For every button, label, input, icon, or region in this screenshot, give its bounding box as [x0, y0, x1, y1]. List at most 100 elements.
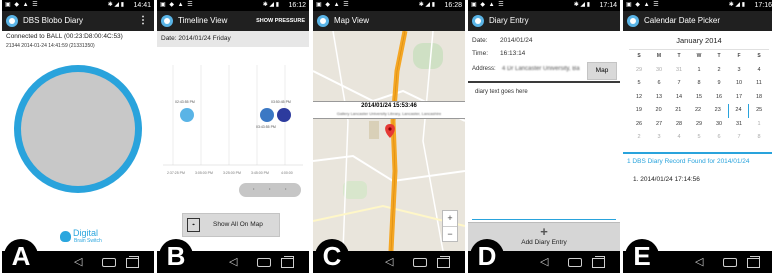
status-bar: ▣ ◆ ▲ ☰ ✱ ◢ ▮ 17:16: [623, 0, 772, 11]
timeline-chart[interactable]: 02:43:55 PM 03:50:45 PM 03:43:55 PM 2:37…: [163, 60, 303, 180]
minor-road: [313, 154, 465, 183]
app-logo-icon[interactable]: [161, 15, 173, 27]
time-row: Time: 16:13:14: [472, 50, 525, 57]
calendar-day[interactable]: 10: [729, 77, 749, 91]
calendar-day[interactable]: 28: [669, 118, 689, 132]
home-icon[interactable]: [257, 258, 271, 267]
calendar-day[interactable]: 20: [649, 104, 669, 118]
map-button[interactable]: Map: [587, 62, 617, 80]
calendar-day[interactable]: 8: [749, 131, 769, 145]
calendar-day[interactable]: 31: [729, 118, 749, 132]
calendar-day[interactable]: 17: [729, 91, 749, 105]
app-logo-icon[interactable]: [6, 15, 18, 27]
calendar-day[interactable]: 21: [668, 104, 688, 118]
home-icon[interactable]: [568, 258, 582, 267]
app-logo-icon[interactable]: [472, 15, 484, 27]
weekday-label: S: [757, 53, 761, 59]
x-tick: 4:00:00: [281, 171, 293, 175]
back-icon[interactable]: ◁: [229, 256, 237, 268]
diary-text-input[interactable]: diary text goes here: [472, 86, 616, 220]
calendar-day[interactable]: 6: [649, 77, 669, 91]
calendar-day[interactable]: 25: [749, 104, 769, 118]
calendar-day[interactable]: 9: [709, 77, 729, 91]
signal-icons: ✱ ◢ ▮: [262, 2, 279, 8]
panel-letter: A: [4, 239, 38, 273]
minor-road: [332, 31, 349, 251]
calendar-day[interactable]: 4: [749, 64, 769, 78]
recent-apps-icon[interactable]: [281, 256, 294, 268]
calendar-day[interactable]: 30: [649, 64, 669, 78]
back-icon[interactable]: ◁: [540, 256, 548, 268]
diary-record-item[interactable]: 1. 2014/01/24 17:14:56: [633, 176, 700, 183]
calendar-day[interactable]: 5: [689, 131, 709, 145]
show-pressure-button[interactable]: SHOW PRESSURE: [256, 11, 305, 31]
calendar-day[interactable]: 2: [709, 64, 729, 78]
calendar-day[interactable]: 3: [729, 64, 749, 78]
screen-title: Map View: [334, 16, 369, 25]
recent-apps-icon[interactable]: [592, 256, 605, 268]
notification-icons: ▣ ◆ ▲ ☰: [160, 2, 194, 8]
calendar-day[interactable]: 23: [708, 104, 728, 118]
zoom-in-button[interactable]: +: [443, 211, 457, 227]
calendar-day[interactable]: 7: [669, 77, 689, 91]
home-icon[interactable]: [723, 258, 737, 267]
calendar-day[interactable]: 29: [629, 64, 649, 78]
home-icon[interactable]: [102, 258, 116, 267]
calendar-day[interactable]: 3: [649, 131, 669, 145]
calendar-day[interactable]: 11: [749, 77, 769, 91]
weekday-label: T: [677, 53, 681, 59]
calendar-day[interactable]: 7: [729, 131, 749, 145]
screen-title: Diary Entry: [489, 16, 529, 25]
calendar-day[interactable]: 6: [709, 131, 729, 145]
banner-time: 2014/01/24 15:53:46: [361, 103, 417, 109]
overflow-menu-icon[interactable]: ⋮: [138, 11, 148, 31]
data-point: [180, 108, 194, 122]
home-icon[interactable]: [413, 258, 427, 267]
status-bar: ▣ ◆ ▲ ☰ ✱ ◢ ▮ 16:28: [313, 0, 465, 11]
recent-apps-icon[interactable]: [437, 256, 450, 268]
calendar-day[interactable]: 8: [689, 77, 709, 91]
screen-title: Timeline View: [178, 16, 228, 25]
app-logo-icon[interactable]: [627, 15, 639, 27]
map-info-banner[interactable]: 2014/01/24 15:53:46 Gallery Lancaster Un…: [313, 101, 465, 119]
recent-apps-icon[interactable]: [126, 256, 139, 268]
calendar-day[interactable]: 2: [629, 131, 649, 145]
calendar-day[interactable]: 26: [629, 118, 649, 132]
panel-c-map-view: ▣ ◆ ▲ ☰ ✱ ◢ ▮ 16:28 Map View 2014/01/24 …: [313, 0, 465, 273]
calendar-day[interactable]: 22: [688, 104, 708, 118]
calendar-day[interactable]: 4: [669, 131, 689, 145]
timeline-scroll-handle[interactable]: • • •: [239, 183, 301, 197]
calendar-day[interactable]: 29: [689, 118, 709, 132]
weekday-label: M: [656, 53, 662, 59]
calendar-day[interactable]: 13: [649, 91, 669, 105]
calendar-day[interactable]: 15: [689, 91, 709, 105]
timeline-date: Date: 2014/01/24 Friday: [157, 31, 309, 47]
weekday-label: S: [637, 53, 641, 59]
calendar-day-selected[interactable]: 24: [727, 104, 750, 118]
back-icon[interactable]: ◁: [74, 256, 82, 268]
calendar-day[interactable]: 14: [669, 91, 689, 105]
panel-letter: D: [470, 239, 504, 273]
point-label: 03:50:45 PM: [271, 100, 291, 104]
notification-icons: ▣ ◆ ▲ ☰: [5, 2, 39, 8]
calendar-day[interactable]: 1: [749, 118, 769, 132]
calendar-day[interactable]: 27: [649, 118, 669, 132]
calendar-week-row: 26 27 28 29 30 31 1: [629, 118, 769, 132]
calendar-day[interactable]: 19: [629, 104, 649, 118]
app-logo-icon[interactable]: [317, 15, 329, 27]
calendar-day[interactable]: 5: [629, 77, 649, 91]
calendar-day[interactable]: 31: [669, 64, 689, 78]
calendar-day[interactable]: 12: [629, 91, 649, 105]
zoom-out-button[interactable]: −: [443, 227, 457, 242]
back-icon[interactable]: ◁: [385, 256, 393, 268]
back-icon[interactable]: ◁: [695, 256, 703, 268]
status-bar: ▣ ◆ ▲ ☰ ✱ ◢ ▮ 14:41: [2, 0, 154, 11]
show-all-on-map-button[interactable]: ⌖ Show All On Map: [182, 213, 280, 237]
calendar-day[interactable]: 30: [709, 118, 729, 132]
notification-icons: ▣ ◆ ▲ ☰: [626, 2, 660, 8]
recent-apps-icon[interactable]: [747, 256, 760, 268]
calendar-day[interactable]: 16: [709, 91, 729, 105]
calendar-day[interactable]: 18: [749, 91, 769, 105]
calendar-day[interactable]: 1: [689, 64, 709, 78]
panel-letter: C: [315, 239, 349, 273]
